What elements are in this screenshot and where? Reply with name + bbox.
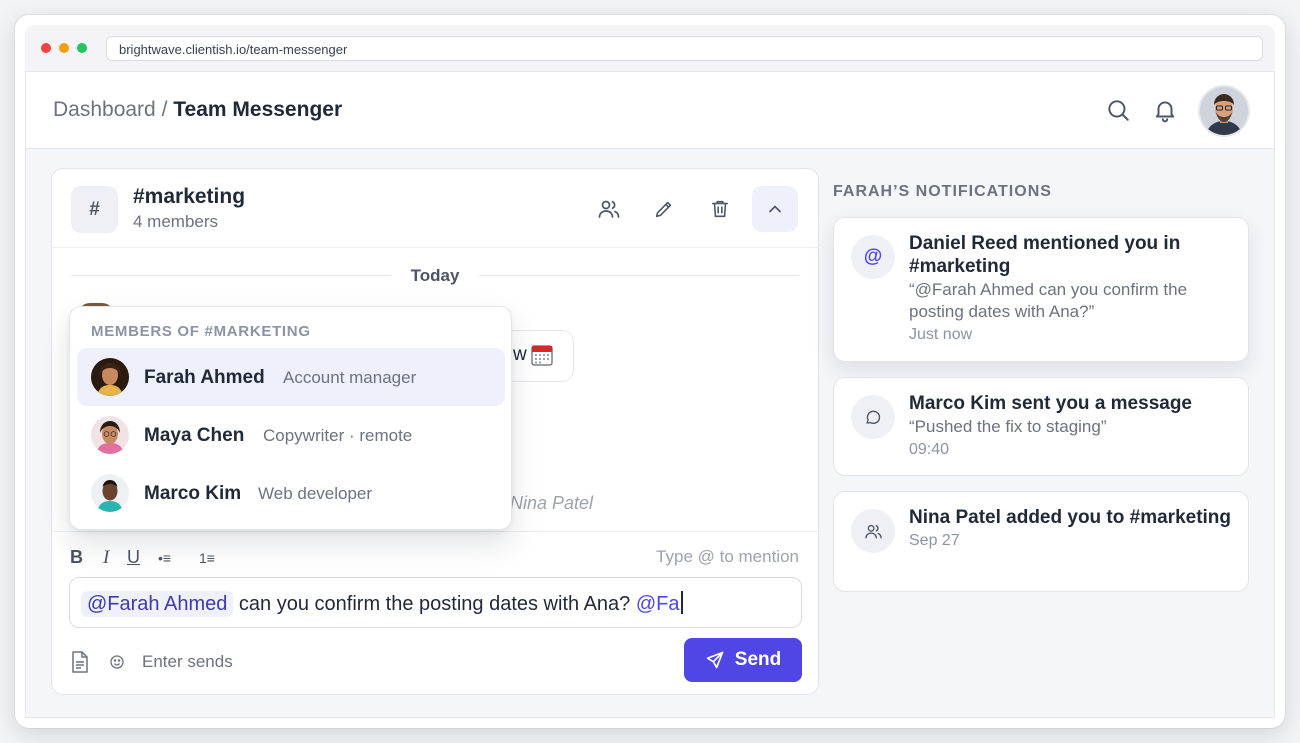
member-name: Farah Ahmed bbox=[144, 367, 265, 388]
member-role: Copywriter · remote bbox=[263, 426, 413, 445]
emoji-icon[interactable] bbox=[110, 655, 124, 674]
edit-icon bbox=[655, 201, 672, 218]
address-bar[interactable]: brightwave.clientish.io/team-messenger bbox=[106, 36, 1263, 61]
user-avatar[interactable] bbox=[1200, 87, 1248, 135]
collapse-button[interactable] bbox=[752, 186, 798, 232]
channel-header: # #marketing 4 members bbox=[52, 169, 818, 248]
delete-channel-button[interactable] bbox=[697, 186, 743, 232]
member-role: Account manager bbox=[283, 368, 417, 387]
text-caret bbox=[680, 591, 683, 614]
notification-headline: Daniel Reed mentioned you in #marketing bbox=[909, 233, 1181, 277]
attach-file-icon[interactable] bbox=[70, 651, 90, 678]
breadcrumb: Dashboard / Team Messenger bbox=[53, 98, 342, 122]
member-name: Marco Kim bbox=[144, 483, 242, 504]
italic-button[interactable]: I bbox=[103, 547, 109, 569]
notification-quote: “@Farah Ahmed can you confirm the postin… bbox=[909, 280, 1188, 321]
notification-headline: Marco Kim sent you a message bbox=[909, 393, 1192, 414]
notification-time: Just now bbox=[909, 326, 973, 343]
close-window-dot[interactable] bbox=[41, 43, 51, 53]
member-option-farah[interactable]: Farah Ahmed Account manager bbox=[77, 348, 505, 406]
bell-icon[interactable] bbox=[1152, 97, 1178, 123]
avatar bbox=[91, 416, 129, 454]
message-input[interactable]: @Farah Ahmed can you confirm the posting… bbox=[69, 577, 802, 628]
avatar bbox=[91, 474, 129, 512]
chevron-up-icon bbox=[769, 205, 781, 213]
notification-headline: Nina Patel added you to #marketing bbox=[909, 507, 1232, 528]
channel-member-count: 4 members bbox=[133, 212, 219, 231]
notification-time: Sep 27 bbox=[909, 532, 960, 549]
notification-time: 09:40 bbox=[909, 441, 950, 458]
members-button[interactable] bbox=[586, 186, 632, 232]
enter-sends-hint: Enter sends bbox=[142, 652, 233, 671]
edit-channel-button[interactable] bbox=[641, 186, 687, 232]
mention-hint: Type @ to mention bbox=[656, 547, 799, 566]
users-icon bbox=[851, 509, 895, 553]
calendar-emoji-icon bbox=[531, 344, 553, 366]
mention-chip[interactable]: @Farah Ahmed bbox=[81, 591, 234, 617]
popover-title: MEMBERS OF #MARKETING bbox=[91, 323, 311, 340]
numbered-list-button[interactable]: 1≡ bbox=[199, 550, 215, 566]
member-option-marco[interactable]: Marco Kim Web developer bbox=[77, 464, 505, 522]
maximize-window-dot[interactable] bbox=[77, 43, 87, 53]
send-label: Send bbox=[734, 649, 782, 670]
member-role: Web developer bbox=[258, 484, 373, 503]
notification-item[interactable]: Nina Patel added you to #marketing Sep 2… bbox=[833, 491, 1249, 592]
minimize-window-dot[interactable] bbox=[59, 43, 69, 53]
mention-popover: MEMBERS OF #MARKETING Farah Ahmed Accoun… bbox=[69, 306, 512, 530]
chat-icon bbox=[851, 395, 895, 439]
message-text-fragment: w bbox=[513, 344, 527, 365]
message-author: Nina Patel bbox=[510, 493, 594, 513]
notifications-heading: FARAH’S NOTIFICATIONS bbox=[833, 183, 1052, 200]
page-title: Team Messenger bbox=[173, 98, 343, 121]
browser-chrome: brightwave.clientish.io/team-messenger bbox=[25, 25, 1275, 72]
date-divider: Today bbox=[71, 265, 799, 287]
member-name: Maya Chen bbox=[144, 425, 245, 446]
search-icon[interactable] bbox=[1105, 97, 1131, 123]
send-button[interactable]: Send bbox=[684, 638, 802, 682]
at-icon: @ bbox=[851, 235, 895, 279]
breadcrumb-dashboard[interactable]: Dashboard bbox=[53, 98, 156, 121]
members-icon bbox=[598, 200, 620, 218]
notification-item[interactable]: @ Daniel Reed mentioned you in #marketin… bbox=[833, 217, 1249, 362]
member-option-maya[interactable]: Maya Chen Copywriter · remote bbox=[77, 406, 505, 464]
partial-mention: @Fa bbox=[635, 593, 680, 615]
send-icon bbox=[706, 651, 724, 669]
avatar bbox=[91, 358, 129, 396]
composer: B I U •≡ 1≡ Type @ to mention @Farah Ahm… bbox=[52, 531, 818, 694]
channel-name: #marketing bbox=[133, 185, 246, 208]
top-bar: Dashboard / Team Messenger bbox=[26, 72, 1274, 149]
hash-icon: # bbox=[71, 186, 118, 233]
notification-quote: “Pushed the fix to staging” bbox=[909, 417, 1107, 436]
bold-button[interactable]: B bbox=[70, 547, 83, 568]
trash-icon bbox=[711, 200, 729, 218]
breadcrumb-separator: / bbox=[161, 98, 168, 121]
underline-button[interactable]: U bbox=[127, 547, 140, 568]
message-text: can you confirm the posting dates with A… bbox=[233, 593, 636, 615]
bullet-list-button[interactable]: •≡ bbox=[158, 550, 171, 566]
date-label: Today bbox=[410, 266, 460, 285]
notification-item[interactable]: Marco Kim sent you a message “Pushed the… bbox=[833, 377, 1249, 476]
